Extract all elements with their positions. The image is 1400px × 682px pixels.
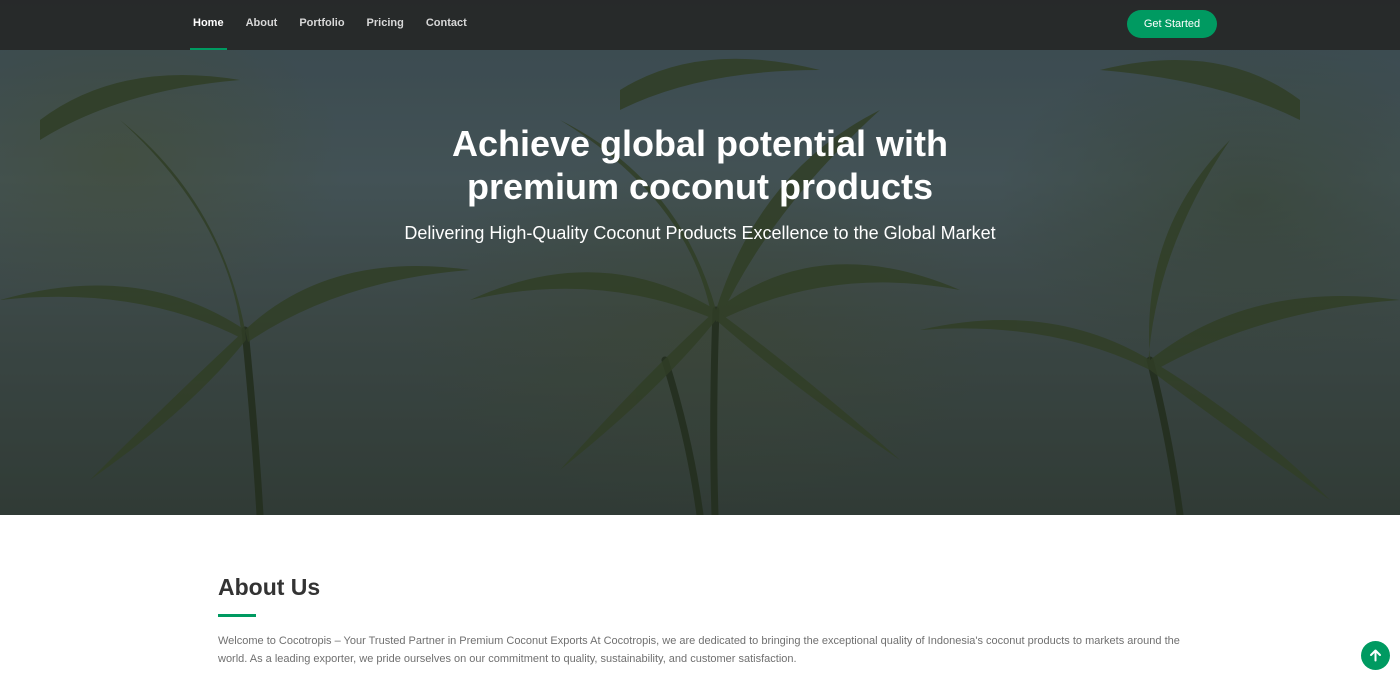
nav-item-about[interactable]: About — [235, 0, 289, 50]
hero-subtitle: Delivering High-Quality Coconut Products… — [404, 223, 996, 243]
nav-item-contact[interactable]: Contact — [415, 0, 478, 50]
hero-title-line-1: Achieve global potential with — [451, 123, 949, 164]
top-navbar: Home About Portfolio Pricing Contact Get… — [0, 0, 1400, 50]
arrow-up-icon — [1370, 649, 1381, 662]
nav-item-home[interactable]: Home — [182, 0, 235, 50]
hero-section: Achieve global potential with premium co… — [0, 0, 1400, 515]
nav-links: Home About Portfolio Pricing Contact — [182, 0, 478, 50]
about-title: About Us — [218, 574, 321, 600]
about-title-underline — [218, 614, 256, 617]
nav-item-portfolio[interactable]: Portfolio — [288, 0, 355, 50]
hero-title-line-2: premium coconut products — [466, 166, 934, 207]
back-to-top-button[interactable] — [1361, 641, 1390, 670]
hero-title: Achieve global potential with premium co… — [350, 122, 1050, 208]
get-started-button[interactable]: Get Started — [1127, 10, 1217, 38]
about-text: Welcome to Cocotropis – Your Trusted Par… — [218, 635, 1180, 665]
nav-item-pricing[interactable]: Pricing — [356, 0, 415, 50]
hero-overlay — [0, 0, 1400, 515]
